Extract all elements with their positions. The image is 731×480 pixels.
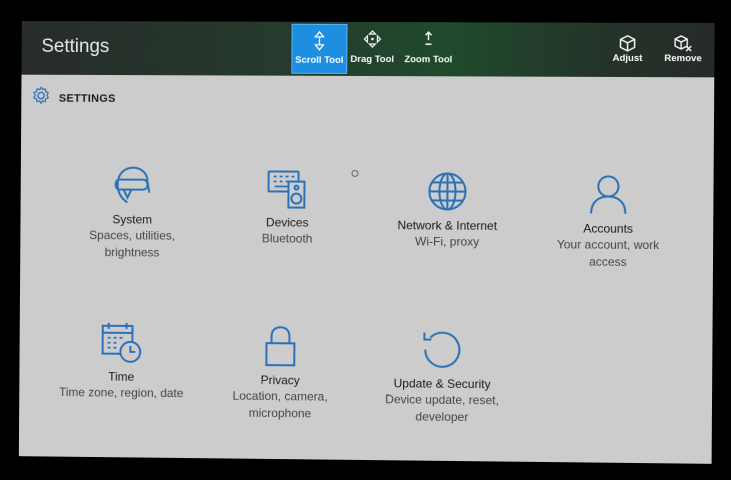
lock-icon (257, 323, 303, 369)
drag-tool-button[interactable]: Drag Tool (349, 24, 395, 72)
tile-desc-line: Time zone, region, date (58, 385, 184, 401)
tile-desc-line: Bluetooth (261, 231, 313, 246)
page-title: SETTINGS (58, 92, 116, 105)
zoom-icon (403, 30, 453, 52)
adjust-button[interactable]: Adjust (609, 35, 646, 64)
calendar-clock-icon (99, 320, 145, 366)
gear-icon (31, 86, 51, 111)
app-title: Settings (41, 35, 110, 58)
tile-desc-line: microphone (248, 405, 312, 421)
tile-name: Devices (265, 215, 309, 230)
tile-devices[interactable]: Devices Bluetooth (212, 165, 362, 247)
tile-desc-line: Your account, work (556, 237, 660, 253)
tile-name: Time (108, 369, 135, 384)
tile-privacy[interactable]: Privacy Location, camera, microphone (205, 323, 355, 422)
settings-window: Settings Scroll Tool Drag Tool Zoom Tool… (18, 21, 715, 464)
globe-icon (424, 168, 470, 214)
tile-time[interactable]: Time Time zone, region, date (47, 319, 196, 401)
page-header: SETTINGS (31, 86, 116, 111)
tile-system[interactable]: System Spaces, utilities, brightness (58, 162, 207, 261)
remove-icon (663, 35, 704, 53)
drag-tool-label: Drag Tool (350, 53, 395, 66)
adjust-icon (609, 35, 645, 53)
tile-network[interactable]: Network & Internet Wi-Fi, proxy (372, 168, 523, 250)
refresh-icon (419, 326, 465, 372)
scroll-tool-label: Scroll Tool (295, 54, 344, 66)
headset-icon (110, 163, 156, 209)
tile-name: System (112, 212, 153, 227)
tile-desc-line: Device update, reset, (385, 392, 499, 408)
scroll-icon (292, 30, 346, 53)
adjust-label: Adjust (612, 52, 643, 65)
person-icon (585, 171, 632, 217)
tile-desc-line: Wi-Fi, proxy (414, 234, 480, 249)
tile-desc-line: brightness (104, 245, 160, 260)
tile-name: Network & Internet (397, 218, 498, 233)
keyboard-speaker-icon (264, 165, 310, 211)
title-bar: Settings Scroll Tool Drag Tool Zoom Tool… (21, 21, 715, 78)
tile-name: Update & Security (393, 376, 491, 392)
scroll-tool-button[interactable]: Scroll Tool (291, 23, 348, 74)
zoom-tool-button[interactable]: Zoom Tool (403, 24, 453, 72)
tile-desc-line: access (588, 254, 627, 269)
tile-desc-line: Spaces, utilities, (89, 228, 176, 243)
zoom-tool-label: Zoom Tool (404, 54, 453, 66)
drag-icon (349, 30, 395, 52)
tile-accounts[interactable]: Accounts Your account, work access (532, 171, 684, 270)
tile-name: Accounts (583, 221, 634, 236)
remove-button[interactable]: Remove (663, 35, 704, 64)
remove-label: Remove (664, 53, 702, 65)
tile-desc-line: Location, camera, (232, 388, 328, 404)
tile-name: Privacy (260, 373, 300, 388)
tile-desc-line: developer (415, 409, 469, 425)
tile-update-security[interactable]: Update & Security Device update, reset, … (367, 326, 518, 426)
